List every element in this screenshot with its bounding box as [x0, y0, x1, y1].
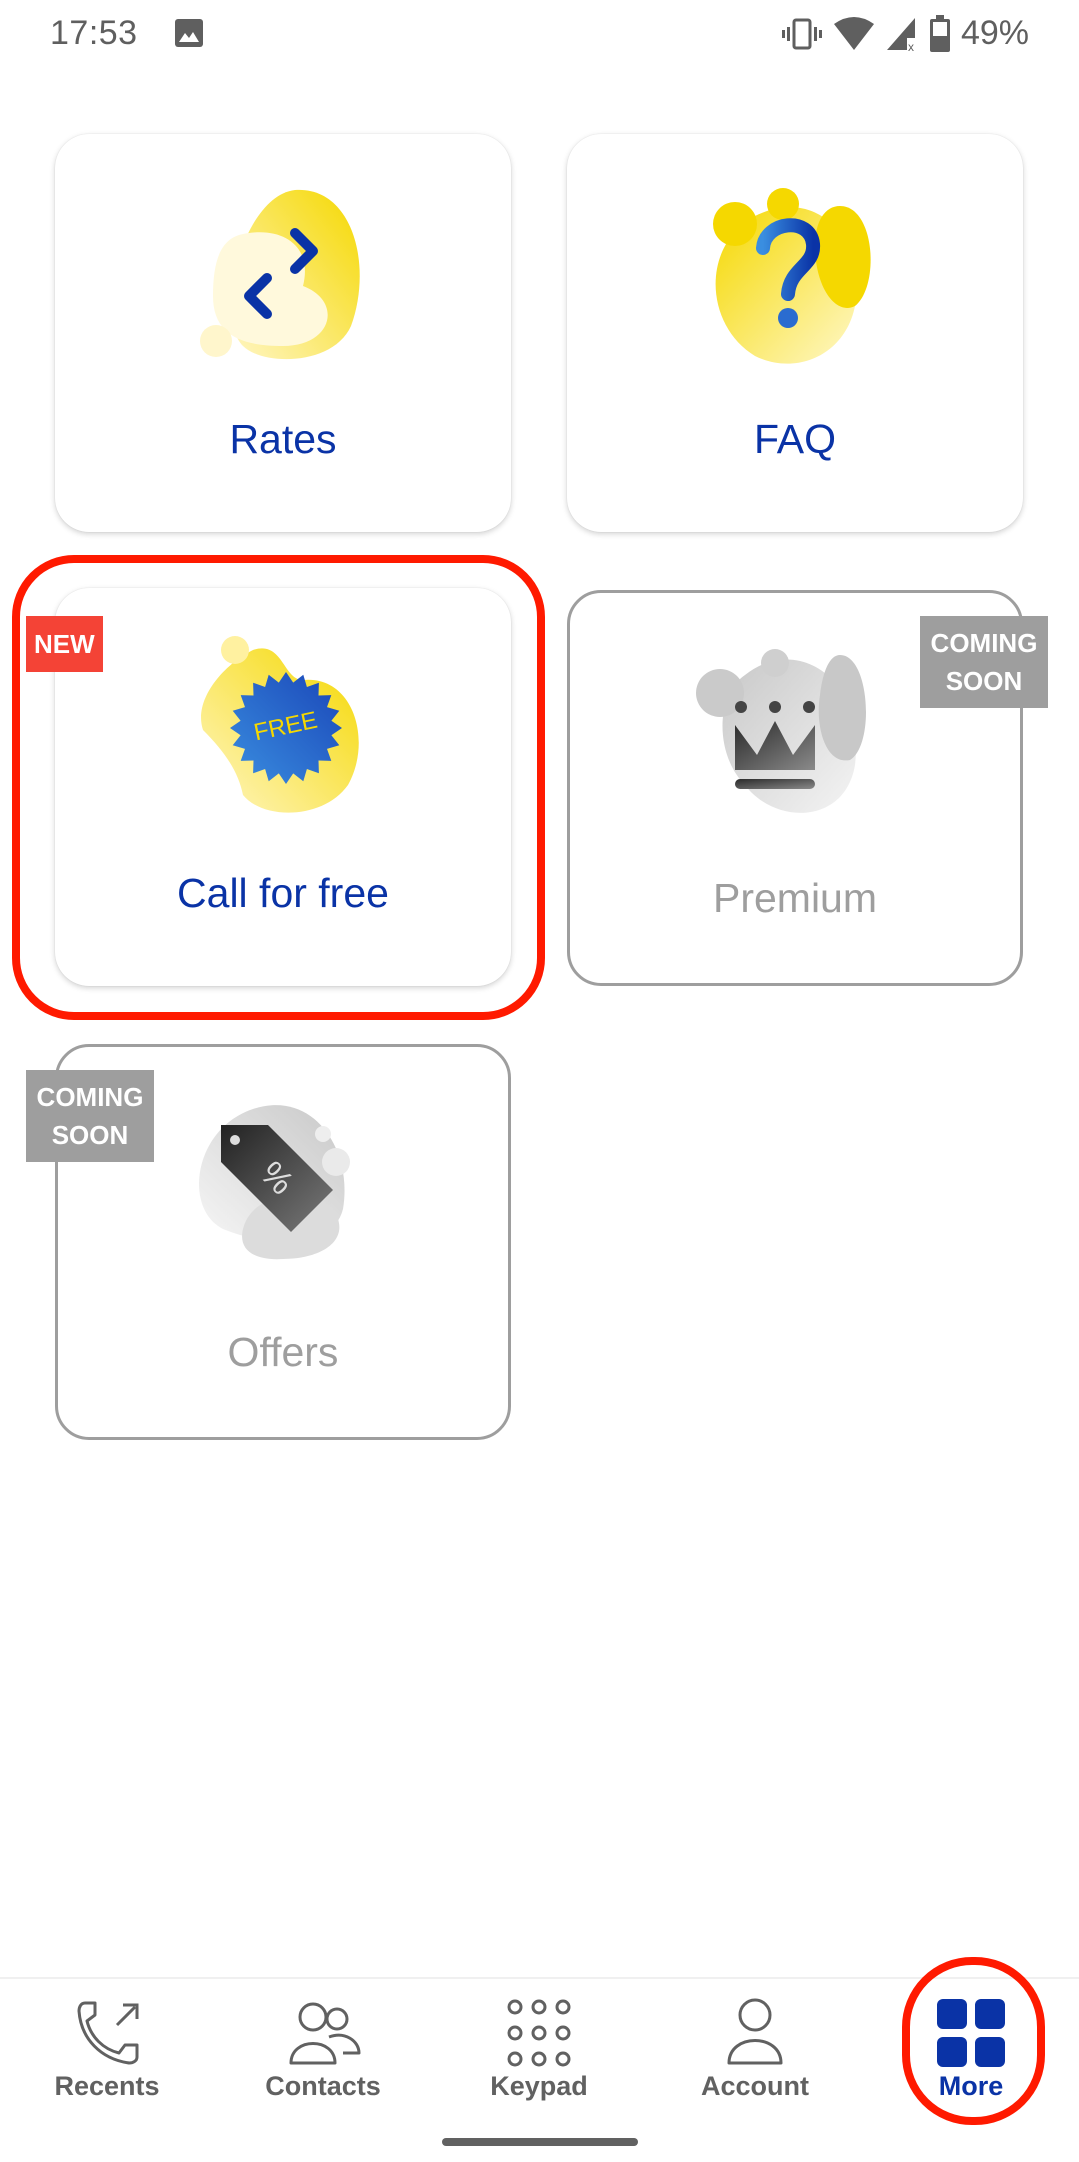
nav-label: Recents	[54, 2071, 160, 2101]
wifi-icon	[833, 16, 874, 50]
nav-contacts[interactable]: Contacts	[233, 1997, 413, 2117]
new-badge: NEW	[26, 616, 103, 672]
status-icons: x 49%	[781, 14, 1029, 53]
keypad-icon	[507, 1999, 571, 2067]
coming-soon-badge: COMING SOON	[26, 1070, 154, 1162]
battery-icon	[929, 14, 950, 52]
nav-keypad[interactable]: Keypad	[449, 1997, 629, 2117]
tile-label: FAQ	[753, 416, 837, 462]
tile-call-for-free[interactable]: FREE Call for free	[55, 588, 511, 986]
tile-label: Rates	[229, 416, 337, 462]
badge-line: SOON	[51, 1120, 129, 1150]
account-icon	[727, 1998, 783, 2065]
cellular-no-data-icon: x	[886, 17, 915, 52]
coming-soon-badge: COMING SOON	[920, 616, 1048, 708]
crown-icon	[696, 649, 867, 813]
home-indicator[interactable]	[442, 2138, 638, 2146]
highlight-more	[902, 1957, 1045, 2125]
exchange-arrows-icon	[200, 189, 360, 360]
status-time: 17:53	[50, 14, 138, 52]
question-mark-icon	[713, 188, 871, 364]
image-notification-icon	[175, 19, 203, 47]
tile-label: Offers	[227, 1329, 339, 1375]
badge-line: COMING	[930, 628, 1038, 658]
status-bar: 17:53 x 49%	[0, 0, 1079, 70]
tile-rates[interactable]: Rates	[55, 134, 511, 532]
tile-label: Premium	[712, 875, 878, 921]
vibrate-icon	[781, 18, 822, 49]
nav-label: Keypad	[490, 2071, 588, 2101]
discount-tag-icon: %	[199, 1105, 350, 1260]
battery-percent: 49%	[960, 14, 1029, 52]
svg-text:x: x	[908, 40, 914, 52]
contacts-icon	[289, 2002, 361, 2065]
free-badge-icon: FREE	[201, 636, 359, 813]
badge-line: SOON	[945, 666, 1023, 696]
nav-label: Contacts	[265, 2071, 381, 2101]
tile-faq[interactable]: FAQ	[567, 134, 1023, 532]
tile-label: Call for free	[177, 870, 389, 916]
nav-recents[interactable]: Recents	[17, 1997, 197, 2117]
badge-line: COMING	[36, 1082, 144, 1112]
recent-calls-icon	[77, 2001, 139, 2065]
nav-account[interactable]: Account	[665, 1997, 845, 2117]
nav-label: Account	[701, 2071, 809, 2101]
